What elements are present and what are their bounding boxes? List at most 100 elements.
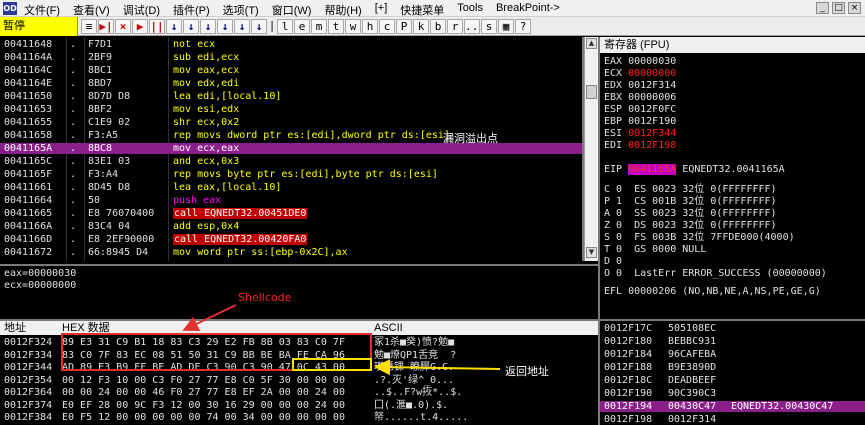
register-value[interactable]: 00000030	[628, 56, 676, 67]
register-row[interactable]: EBP 0012F190	[604, 116, 676, 128]
stack-row[interactable]: 0012F17C 505108EC	[600, 323, 865, 334]
toolbar-button[interactable]: ×	[115, 19, 131, 34]
stack-pane[interactable]: 0012F17C 505108EC 0012F180 BEBBC931 0012F184…	[598, 319, 865, 425]
scroll-thumb[interactable]	[586, 85, 597, 99]
register-row[interactable]: EAX 00000030	[604, 56, 676, 68]
toolbar-button[interactable]: ↓	[183, 19, 199, 34]
menu-item[interactable]: 查看(V)	[73, 2, 117, 18]
toolbar-button[interactable]: h	[362, 19, 378, 34]
stack-row[interactable]: 0012F198 0012F314	[600, 414, 865, 425]
disasm-row[interactable]: 0041164A. 2BF9 sub edi,ecx	[0, 52, 582, 63]
toolbar-button[interactable]: ↓	[217, 19, 233, 34]
stack-row[interactable]: 0012F194 00430C47 EQNEDT32.00430C47	[600, 401, 865, 412]
menu-item[interactable]: 文件(F)	[24, 2, 67, 18]
flag-segment-row[interactable]: D 0	[604, 256, 622, 268]
flag-segment-row[interactable]: O 0 LastErr ERROR_SUCCESS (00000000)	[604, 268, 827, 280]
toolbar-button[interactable]: ||	[149, 19, 165, 34]
toolbar-button[interactable]: k	[413, 19, 429, 34]
menu-item[interactable]: [+]	[375, 2, 395, 18]
toolbar-button[interactable]: ▦	[498, 19, 514, 34]
menu-item[interactable]: 帮助(H)	[324, 2, 368, 18]
register-row[interactable]: ECX 00000000	[604, 68, 676, 80]
toolbar-button[interactable]: s	[481, 19, 497, 34]
minimize-icon[interactable]: _	[816, 2, 829, 14]
toolbar-button[interactable]: ↓	[166, 19, 182, 34]
toolbar-button[interactable]: ≡	[81, 19, 97, 34]
disassembly-pane[interactable]: 00411648. F7D1 not ecx 0041164A. 2BF9 sub edi…	[0, 37, 584, 261]
toolbar-button[interactable]: l	[277, 19, 293, 34]
toolbar-button[interactable]: ?	[515, 19, 531, 34]
toolbar-button[interactable]: P	[396, 19, 412, 34]
register-row[interactable]: ESI 0012F344	[604, 128, 676, 140]
disassembly-scrollbar[interactable]: ▲ ▼	[584, 37, 598, 261]
menu-item[interactable]: BreakPoint->	[496, 2, 567, 18]
register-value[interactable]: 0012F0FC	[628, 104, 676, 115]
menu-item[interactable]: 插件(P)	[173, 2, 217, 18]
disasm-row[interactable]: 00411648. F7D1 not ecx	[0, 39, 582, 50]
dump-header-address[interactable]: 地址	[4, 321, 26, 335]
disasm-row[interactable]: 0041164C. 8BC1 mov eax,ecx	[0, 65, 582, 76]
toolbar-button[interactable]: b	[430, 19, 446, 34]
stack-row[interactable]: 0012F188 B9E3890D	[600, 362, 865, 373]
register-row[interactable]: ESP 0012F0FC	[604, 104, 676, 116]
toolbar-button[interactable]: ↓	[234, 19, 250, 34]
register-value[interactable]: 00000006	[628, 92, 676, 103]
menu-item[interactable]: 选项(T)	[223, 2, 266, 18]
disasm-row[interactable]: 00411650. 8D7D D8 lea edi,[local.10]	[0, 91, 582, 102]
toolbar-button[interactable]: ↓	[251, 19, 267, 34]
register-value[interactable]: 0012F198	[628, 140, 676, 151]
registers-pane[interactable]: 寄存器 (FPU) EAX 00000030 ECX 00000000 EDX 00…	[598, 37, 865, 319]
toolbar-button[interactable]: r	[447, 19, 463, 34]
register-value[interactable]: 0012F314	[628, 80, 676, 91]
stack-row[interactable]: 0012F184 96CAFEBA	[600, 349, 865, 360]
toolbar-button[interactable]: m	[311, 19, 327, 34]
stack-row[interactable]: 0012F190 90C390C3	[600, 388, 865, 399]
menu-item[interactable]: Tools	[457, 2, 490, 18]
flag-segment-row[interactable]: A 0 SS 0023 32位 0(FFFFFFFF)	[604, 208, 777, 220]
register-value[interactable]: 0012F344	[628, 128, 676, 139]
scroll-up-icon[interactable]: ▲	[586, 38, 597, 49]
menu-item[interactable]: 快捷菜单	[400, 2, 451, 18]
toolbar-button[interactable]: |	[268, 19, 276, 34]
disasm-row[interactable]: 0041166D. E8 2EF90000 call EQNEDT32.00420F…	[0, 234, 582, 245]
stack-row[interactable]: 0012F18C DEADBEEF	[600, 375, 865, 386]
disasm-row[interactable]: 00411672. 66:8945 D4 mov word ptr ss:[ebp-…	[0, 247, 582, 258]
flag-segment-row[interactable]: C 0 ES 0023 32位 0(FFFFFFFF)	[604, 184, 777, 196]
close-icon[interactable]: ×	[848, 2, 861, 14]
toolbar-button[interactable]: t	[328, 19, 344, 34]
disasm-row[interactable]: 0041165C. 83E1 03 and ecx,0x3	[0, 156, 582, 167]
disasm-row[interactable]: 00411655. C1E9 02 shr ecx,0x2	[0, 117, 582, 128]
toolbar-button[interactable]: ▶|	[98, 19, 114, 34]
register-value[interactable]: 0012F190	[628, 116, 676, 127]
register-row[interactable]: EDI 0012F198	[604, 140, 676, 152]
disasm-row[interactable]: 00411661. 8D45 D8 lea eax,[local.10]	[0, 182, 582, 193]
stack-row[interactable]: 0012F180 BEBBC931	[600, 336, 865, 347]
toolbar-button[interactable]: w	[345, 19, 361, 34]
toolbar-button[interactable]: ...	[464, 19, 485, 34]
menu-item[interactable]: 窗口(W)	[272, 2, 319, 18]
register-value[interactable]: 0041165A	[628, 164, 677, 175]
disasm-row[interactable]: 00411665. E8 76070400 call EQNEDT32.00451D…	[0, 208, 582, 219]
disasm-row[interactable]: 0041164E. 8BD7 mov edx,edi	[0, 78, 582, 89]
toolbar-button[interactable]: ↓	[200, 19, 216, 34]
eflags-row[interactable]: EFL 00000206 (NO,NB,NE,A,NS,PE,GE,G)	[604, 286, 821, 298]
dump-header-ascii[interactable]: ASCII	[374, 321, 403, 335]
flag-segment-row[interactable]: P 1 CS 001B 32位 0(FFFFFFFF)	[604, 196, 777, 208]
toolbar-button[interactable]: ▶	[132, 19, 148, 34]
toolbar-button[interactable]: c	[379, 19, 395, 34]
menu-item[interactable]: 调试(D)	[123, 2, 167, 18]
toolbar-button[interactable]: e	[294, 19, 310, 34]
register-row[interactable]: EBX 00000006	[604, 92, 676, 104]
flag-segment-row[interactable]: T 0 GS 0000 NULL	[604, 244, 706, 256]
register-row[interactable]: EDX 0012F314	[604, 80, 676, 92]
disasm-row[interactable]: 0041165F. F3:A4 rep movs byte ptr es:[edi]…	[0, 169, 582, 180]
maximize-icon[interactable]: □	[832, 2, 845, 14]
register-value[interactable]: 00000000	[628, 68, 676, 79]
disasm-row[interactable]: 00411653. 8BF2 mov esi,edx	[0, 104, 582, 115]
disasm-row[interactable]: 00411664. 50 push eax	[0, 195, 582, 206]
register-row-eip[interactable]: EIP 0041165A EQNEDT32.0041165A	[604, 164, 785, 176]
scroll-down-icon[interactable]: ▼	[586, 247, 597, 258]
flag-segment-row[interactable]: S 0 FS 003B 32位 7FFDE000(4000)	[604, 232, 795, 244]
disasm-row[interactable]: 0041166A. 83C4 04 add esp,0x4	[0, 221, 582, 232]
flag-segment-row[interactable]: Z 0 DS 0023 32位 0(FFFFFFFF)	[604, 220, 777, 232]
